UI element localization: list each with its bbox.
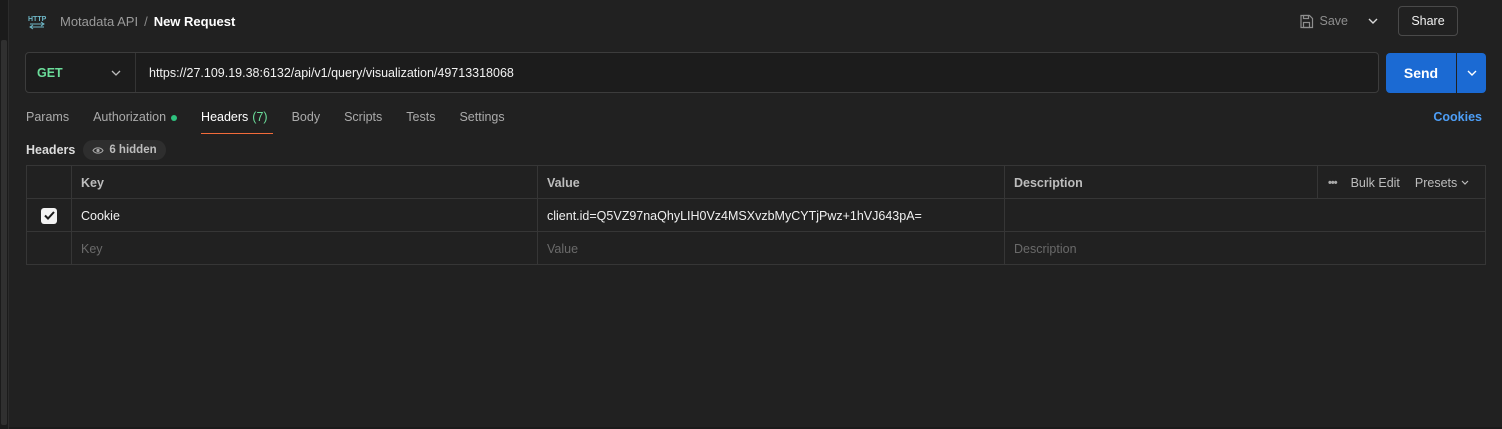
tab-label: Settings (459, 110, 505, 124)
save-button[interactable]: Save (1299, 14, 1349, 29)
tab-authorization[interactable]: Authorization (93, 106, 178, 133)
header-value-cell[interactable]: client.id=Q5VZ97naQhyLIH0Vz4MSXvzbMyCYTj… (538, 199, 1005, 232)
url-input[interactable]: https://27.109.19.38:6132/api/v1/query/v… (136, 66, 514, 80)
header-description-cell[interactable] (1005, 199, 1318, 232)
hidden-headers-toggle[interactable]: 6 hidden (83, 140, 166, 160)
save-icon (1299, 14, 1313, 28)
tab-scripts[interactable]: Scripts (344, 106, 382, 133)
tab-headers[interactable]: Headers (7) (201, 106, 273, 134)
table-row-new: Key Value Description (27, 232, 1485, 265)
column-header-value: Value (538, 166, 1005, 199)
tab-label: Scripts (344, 110, 383, 124)
header-key-cell[interactable]: Cookie (72, 199, 538, 232)
more-options-icon[interactable]: ••• (1328, 177, 1338, 189)
new-description-input[interactable]: Description (1005, 232, 1318, 265)
check-icon (43, 211, 55, 220)
share-button[interactable]: Share (1398, 6, 1458, 36)
tab-label: Headers (201, 110, 249, 124)
method-label: GET (37, 65, 63, 80)
method-select[interactable]: GET (26, 53, 136, 92)
check-column-header (27, 166, 72, 199)
presets-label: Presets (1414, 175, 1458, 190)
column-header-key: Key (72, 166, 538, 199)
tab-tests[interactable]: Tests (406, 106, 435, 133)
headers-section-header: Headers 6 hidden (26, 140, 166, 160)
header-actions: Save Share (1299, 6, 1458, 36)
tab-label: Tests (406, 110, 436, 124)
column-header-description: Description (1005, 166, 1318, 199)
tab-params[interactable]: Params (26, 106, 69, 133)
send-button[interactable]: Send (1386, 53, 1456, 93)
tab-settings[interactable]: Settings (459, 106, 504, 133)
eye-icon (92, 146, 104, 154)
scrollbar[interactable] (1, 40, 7, 425)
presets-dropdown[interactable]: Presets (1415, 176, 1469, 190)
hidden-count: 6 hidden (109, 144, 157, 156)
row-checkbox-cell (27, 199, 72, 232)
table-actions: ••• Bulk Edit Presets (1318, 166, 1485, 199)
save-label: Save (1319, 14, 1349, 28)
row-checkbox[interactable] (41, 207, 57, 224)
request-header: HTTP Motadata API / New Request Save Sha… (26, 6, 1458, 36)
tab-body[interactable]: Body (292, 106, 321, 133)
new-key-input[interactable]: Key (72, 232, 538, 265)
row-checkbox-cell (27, 232, 72, 265)
table-header-row: Key Value Description ••• Bulk Edit Pres… (27, 166, 1485, 199)
chevron-down-icon (1467, 70, 1476, 76)
bulk-edit-button[interactable]: Bulk Edit (1351, 176, 1400, 190)
request-title[interactable]: New Request (154, 14, 236, 29)
chevron-down-icon (1368, 18, 1378, 24)
chevron-down-icon (1461, 180, 1469, 185)
tab-label: Authorization (93, 110, 167, 124)
tab-label: Body (291, 110, 321, 124)
http-icon: HTTP (26, 10, 48, 32)
cookies-link[interactable]: Cookies (1433, 110, 1482, 124)
headers-title: Headers (26, 143, 76, 157)
send-options-button[interactable] (1457, 53, 1486, 93)
save-options-button[interactable] (1362, 10, 1384, 32)
tab-label: Params (26, 110, 70, 124)
status-dot (171, 115, 178, 121)
new-value-input[interactable]: Value (538, 232, 1005, 265)
request-tabs: Params Authorization Headers (7) Body Scr… (26, 106, 529, 134)
url-bar: GET https://27.109.19.38:6132/api/v1/que… (25, 52, 1379, 93)
tab-count: (7) (252, 110, 268, 124)
sidebar-gutter (0, 0, 9, 429)
chevron-down-icon (111, 70, 121, 76)
svg-text:HTTP: HTTP (28, 16, 47, 23)
table-row: Cookie client.id=Q5VZ97naQhyLIH0Vz4MSXvz… (27, 199, 1485, 232)
breadcrumb-collection[interactable]: Motadata API (60, 14, 138, 29)
breadcrumb-separator: / (144, 13, 148, 29)
headers-table: Key Value Description ••• Bulk Edit Pres… (26, 165, 1486, 265)
